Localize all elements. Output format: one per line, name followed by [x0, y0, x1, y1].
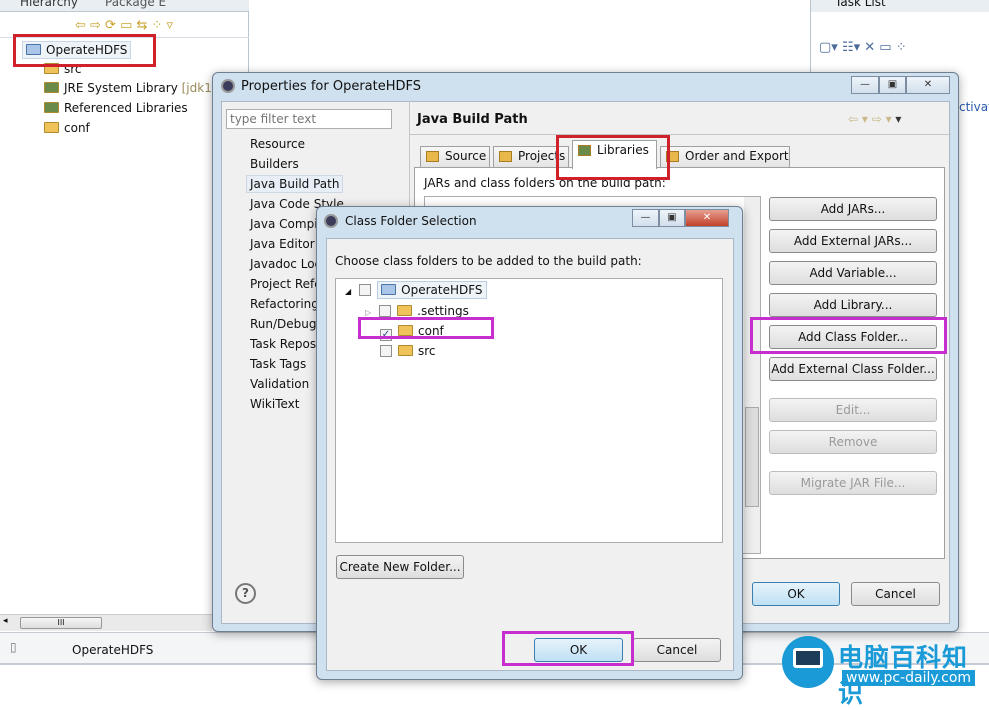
tree-label: src: [418, 344, 436, 358]
highlight-ok: [502, 631, 634, 666]
folder-icon: [398, 345, 413, 356]
checkbox[interactable]: [359, 284, 372, 296]
library-icon: [44, 82, 59, 93]
horizontal-scrollbar[interactable]: ◂ III: [0, 614, 212, 631]
maximize-button[interactable]: ▣: [879, 76, 906, 94]
source-icon: [426, 151, 439, 162]
dialog-icon: [324, 214, 338, 228]
library-icon: [44, 102, 59, 113]
class-folder-dialog: Class Folder Selection — ▣ ✕ Choose clas…: [316, 206, 743, 680]
nav-item[interactable]: Java Editor: [250, 237, 315, 251]
dialog-title: Properties for OperateHDFS: [241, 79, 422, 94]
tree-item-conf[interactable]: conf: [44, 121, 90, 135]
create-new-folder-button[interactable]: Create New Folder...: [336, 555, 464, 579]
filter-input[interactable]: [226, 109, 392, 129]
folder-icon: [44, 122, 59, 133]
properties-cancel-button[interactable]: Cancel: [851, 582, 940, 606]
task-toolbar-icons: ▢▾ ☷▾ ✕ ▭ ⁘: [819, 40, 907, 55]
highlight-conf: [358, 317, 494, 339]
close-button[interactable]: ✕: [906, 76, 950, 94]
scroll-left-arrow[interactable]: ◂: [3, 616, 8, 626]
expand-icon[interactable]: ▷: [365, 308, 371, 317]
tree-label: OperateHDFS: [401, 283, 483, 297]
history-nav-icons[interactable]: ⇦ ▾ ⇨ ▾ ▾: [848, 112, 901, 126]
status-project-name: OperateHDFS: [72, 643, 154, 657]
nav-item[interactable]: Validation: [250, 377, 309, 391]
nav-item[interactable]: WikiText: [250, 397, 300, 411]
help-button[interactable]: ?: [235, 583, 256, 604]
project-icon: [381, 284, 397, 295]
checkbox[interactable]: [380, 345, 392, 357]
highlight-libraries-tab: [556, 135, 670, 180]
page-title: Java Build Path: [417, 112, 528, 127]
remove-button[interactable]: Remove: [769, 430, 937, 454]
prompt-label: Choose class folders to be added to the …: [335, 254, 642, 268]
nav-item[interactable]: Task Tags: [250, 357, 306, 371]
nav-item[interactable]: Builders: [250, 157, 299, 171]
tree-root-operatehdfs[interactable]: ◢ OperateHDFS: [345, 281, 487, 299]
close-button[interactable]: ✕: [685, 209, 729, 227]
add-variable-button[interactable]: Add Variable...: [769, 261, 937, 285]
migrate-jar-button[interactable]: Migrate JAR File...: [769, 471, 937, 495]
tab-label: Order and Export: [685, 149, 789, 163]
watermark: 电脑百科知识 www.pc-daily.com: [778, 632, 989, 708]
tree-item-settings[interactable]: ▷ .settings: [365, 304, 469, 318]
tab-hierarchy[interactable]: Hierarchy: [20, 0, 78, 9]
new-file-icon: ▯: [10, 640, 17, 654]
tree-label: .settings: [417, 304, 469, 318]
vertical-scrollbar[interactable]: [744, 197, 760, 553]
edit-button[interactable]: Edit...: [769, 398, 937, 422]
add-jars-button[interactable]: Add JARs...: [769, 197, 937, 221]
tree-label: Referenced Libraries: [64, 101, 188, 115]
tab-task-list[interactable]: Task List: [835, 0, 886, 9]
highlight-add-class-folder: [750, 317, 947, 354]
nav-item[interactable]: Java Build Path: [246, 175, 344, 193]
add-library-button[interactable]: Add Library...: [769, 293, 937, 317]
projects-icon: [499, 151, 512, 162]
tree-item-referenced-libraries[interactable]: Referenced Libraries: [44, 101, 188, 115]
dialog-title: Class Folder Selection: [345, 214, 477, 228]
minimize-button[interactable]: —: [632, 209, 659, 227]
nav-item[interactable]: Resource: [250, 137, 305, 151]
collapse-icon[interactable]: ◢: [345, 287, 351, 296]
tab-package-explorer[interactable]: Package E: [105, 0, 166, 9]
tab-label: Source: [445, 149, 487, 163]
add-external-class-folder-button[interactable]: Add External Class Folder...: [769, 357, 937, 381]
class-folder-cancel-button[interactable]: Cancel: [633, 638, 721, 662]
activate-link[interactable]: ctivat...: [959, 100, 989, 114]
tree-label: conf: [64, 121, 90, 135]
highlight-project: [13, 34, 156, 67]
properties-icon: [221, 79, 235, 93]
scrollbar-thumb[interactable]: [745, 407, 759, 507]
tree-item-jre[interactable]: JRE System Library [jdk1.7: [44, 81, 223, 95]
tab-order-export[interactable]: Order and Export: [660, 146, 790, 167]
add-external-jars-button[interactable]: Add External JARs...: [769, 229, 937, 253]
toolbar-icons: ⇦ ⇨ ⟳ ▭ ⇆ ⁘ ▿: [75, 18, 174, 33]
tree-item-src[interactable]: src: [380, 344, 436, 358]
monitor-logo-icon: [782, 636, 834, 688]
checkbox[interactable]: [379, 305, 392, 317]
properties-ok-button[interactable]: OK: [752, 582, 840, 606]
tree-label: JRE System Library: [64, 81, 178, 95]
minimize-button[interactable]: —: [851, 76, 879, 94]
scrollbar-thumb[interactable]: III: [20, 617, 102, 629]
maximize-button[interactable]: ▣: [659, 209, 685, 227]
watermark-url: www.pc-daily.com: [842, 670, 976, 686]
tab-source[interactable]: Source: [420, 146, 490, 167]
folder-icon: [397, 305, 413, 316]
